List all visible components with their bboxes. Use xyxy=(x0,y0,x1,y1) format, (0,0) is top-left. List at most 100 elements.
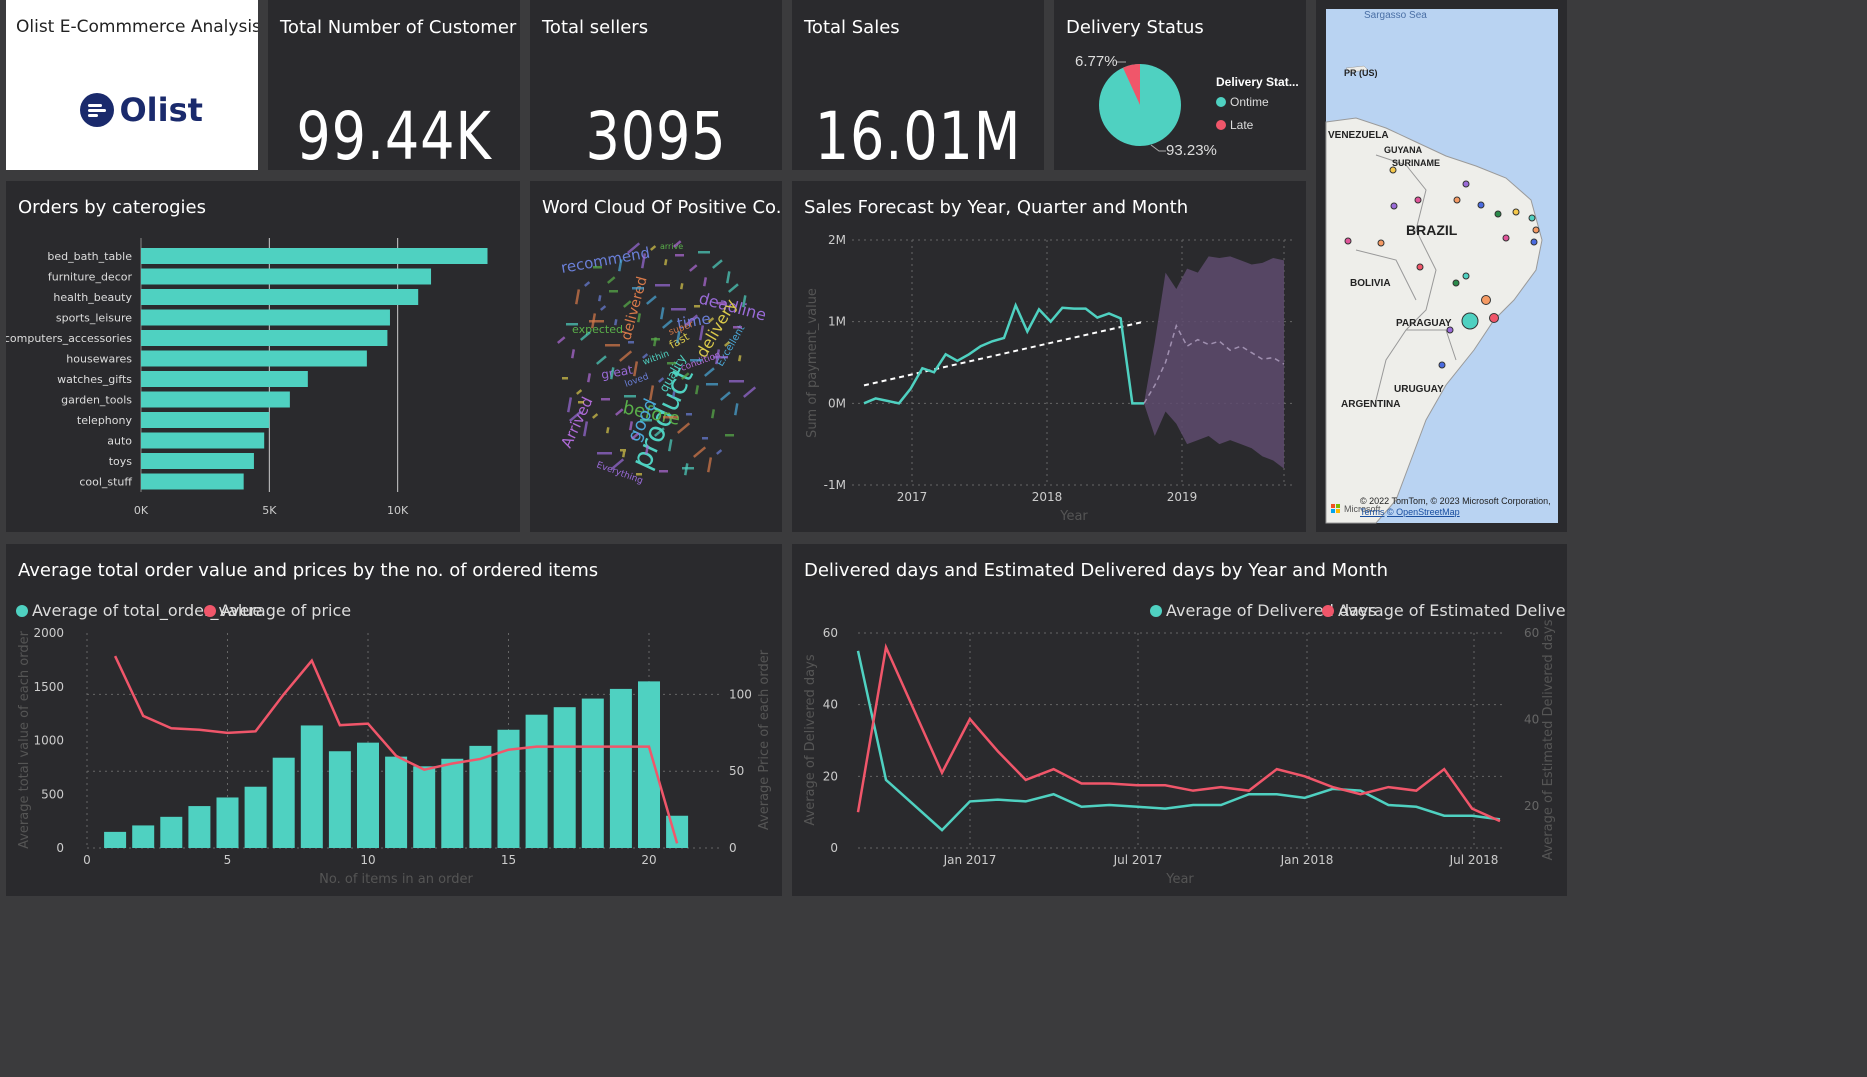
legend-ontime[interactable]: Ontime xyxy=(1216,95,1269,109)
y-tick-label: 500 xyxy=(41,787,64,801)
map-bubble[interactable] xyxy=(1489,313,1499,323)
wordcloud-small-word xyxy=(712,259,723,269)
bar[interactable] xyxy=(609,688,632,848)
avg-order-value-tile[interactable]: Average total order value and prices by … xyxy=(6,544,782,896)
wordcloud-small-word xyxy=(596,355,607,365)
y2-tick-label: 0 xyxy=(729,841,737,855)
x-tick-label: 15 xyxy=(501,853,516,867)
bar[interactable] xyxy=(638,681,660,848)
category-label: toys xyxy=(109,455,133,468)
bar[interactable] xyxy=(216,797,239,848)
sales-forecast-chart[interactable]: 2M 1M 0M -1M 2017 2018 2019 Year Sum of payment_… xyxy=(792,181,1306,532)
bar[interactable] xyxy=(141,289,419,305)
wordcloud-small-word xyxy=(584,281,591,287)
map-tile[interactable]: Sargasso Sea PR (US) VENEZUELA GUYANA SU… xyxy=(1316,0,1567,532)
wordcloud-small-word xyxy=(632,287,644,290)
sales-forecast-tile[interactable]: Sales Forecast by Year, Quarter and Mont… xyxy=(792,181,1306,532)
category-label: auto xyxy=(107,435,132,448)
map-bubble[interactable] xyxy=(1344,237,1352,245)
wordcloud-small-word xyxy=(574,289,581,305)
x-tick-label: Jan 2017 xyxy=(943,853,997,867)
wordcloud-tile[interactable]: Word Cloud Of Positive Co... recommend de… xyxy=(530,181,782,532)
map-bubble[interactable] xyxy=(1438,361,1446,369)
map-bubble[interactable] xyxy=(1528,214,1536,222)
map-bubble[interactable] xyxy=(1414,196,1422,204)
bar[interactable] xyxy=(141,309,390,326)
orders-by-category-tile[interactable]: Orders by caterogies 0K 5K 10K bed_bath_tab… xyxy=(6,181,520,532)
bar[interactable] xyxy=(441,758,464,848)
y2-tick-label: 50 xyxy=(729,764,744,778)
orders-by-category-chart[interactable]: 0K 5K 10K bed_bath_table furniture_decorheal… xyxy=(6,181,520,532)
map-bubble[interactable] xyxy=(1477,201,1485,209)
wordcloud-small-word xyxy=(675,254,684,257)
y-axis-title: Average total value of each order xyxy=(17,630,32,848)
y-tick-label: 0M xyxy=(828,396,846,410)
bar[interactable] xyxy=(244,786,267,848)
bar[interactable] xyxy=(141,350,367,367)
map-osm-link[interactable]: © OpenStreetMap xyxy=(1387,507,1460,517)
delivered-days-tile[interactable]: Delivered days and Estimated Delivered d… xyxy=(792,544,1567,896)
bar[interactable] xyxy=(581,698,604,848)
map-bubble[interactable] xyxy=(1502,234,1510,242)
bar[interactable] xyxy=(141,330,388,346)
category-label: cool_stuff xyxy=(79,476,132,489)
map-bubble[interactable] xyxy=(1416,263,1424,271)
map-bubble[interactable] xyxy=(1461,312,1479,330)
delivery-status-tile[interactable]: Delivery Status 6.77% 93.23% Delivery St… xyxy=(1054,0,1306,170)
x-tick-label: 2019 xyxy=(1167,490,1198,504)
wordcloud-small-word xyxy=(663,416,678,419)
map-bubble[interactable] xyxy=(1512,208,1520,216)
map-bubble[interactable] xyxy=(1494,210,1502,218)
bar[interactable] xyxy=(357,742,379,848)
wordcloud-small-word xyxy=(566,323,578,326)
legend-late[interactable]: Late xyxy=(1216,118,1253,132)
wordcloud-small-word xyxy=(571,349,576,359)
avg-order-value-chart[interactable]: 20001500100050001005000 5 10 15 20No. of ite… xyxy=(6,544,782,896)
map-bubble[interactable] xyxy=(1390,202,1398,210)
bar[interactable] xyxy=(141,391,290,408)
map-terms-link[interactable]: Terms xyxy=(1360,507,1385,517)
map-bubble[interactable] xyxy=(1530,238,1538,246)
bar[interactable] xyxy=(141,432,265,449)
map-bubble[interactable] xyxy=(1462,272,1470,280)
bar[interactable] xyxy=(188,806,211,848)
bar[interactable] xyxy=(385,756,408,848)
wordcloud-small-word xyxy=(667,362,676,365)
wordcloud-small-word xyxy=(704,367,715,377)
kpi-customers-value: 99.44K xyxy=(296,98,492,170)
map-bubble[interactable] xyxy=(1532,226,1540,234)
wordcloud-word: within xyxy=(642,349,671,368)
bar[interactable] xyxy=(553,707,576,848)
bar[interactable] xyxy=(141,268,432,285)
wordcloud-word: delivered xyxy=(618,275,650,342)
map-bubble[interactable] xyxy=(1377,239,1385,247)
delivered-days-line xyxy=(856,650,1501,832)
delivered-days-chart[interactable]: 60 40 20 0 60 40 20 Jan 2017 Jul 2017 Jan 2018 Jul… xyxy=(792,544,1567,896)
bar[interactable] xyxy=(328,751,351,848)
estimated-days-line xyxy=(856,643,1501,823)
bar[interactable] xyxy=(525,714,548,848)
bar[interactable] xyxy=(141,371,308,387)
bar[interactable] xyxy=(141,248,488,264)
map-visual[interactable] xyxy=(1316,0,1567,532)
bar[interactable] xyxy=(300,725,323,848)
bar[interactable] xyxy=(141,473,244,490)
bar[interactable] xyxy=(141,453,254,469)
map-bubble[interactable] xyxy=(1481,295,1491,305)
wordcloud-small-word xyxy=(694,305,700,308)
map-bubble[interactable] xyxy=(1453,196,1461,204)
bar[interactable] xyxy=(272,757,295,848)
wordcloud-small-word xyxy=(720,391,731,401)
map-bubble[interactable] xyxy=(1452,279,1460,287)
wordcloud-visual[interactable]: recommenddeadlineproductbeforedeliveryde… xyxy=(530,181,782,532)
bar[interactable] xyxy=(104,831,127,848)
bar[interactable] xyxy=(413,766,436,848)
wordcloud-small-word xyxy=(655,284,670,287)
wordcloud-small-word xyxy=(738,355,742,362)
bar[interactable] xyxy=(160,816,183,848)
map-bubble[interactable] xyxy=(1462,180,1470,188)
bar[interactable] xyxy=(132,825,155,848)
bar[interactable] xyxy=(141,412,270,428)
bar[interactable] xyxy=(497,729,520,848)
y-tick-label: 0 xyxy=(830,841,838,855)
